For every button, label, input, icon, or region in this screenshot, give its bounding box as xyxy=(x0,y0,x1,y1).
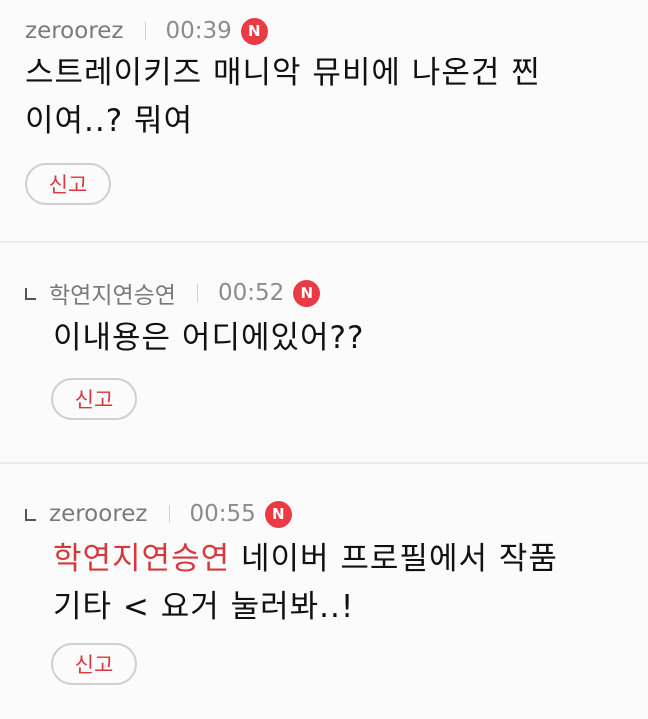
comment-text: 스트레이키즈 매니악 뮤비에 나온건 찐 이여..? 뭐여 xyxy=(25,49,635,145)
report-button[interactable]: 신고 xyxy=(25,163,111,205)
new-badge-icon: N xyxy=(264,500,292,528)
comment-meta: zeroorez 00:55 N xyxy=(25,499,292,529)
comment-author[interactable]: 학연지연승연 xyxy=(49,276,176,310)
meta-divider xyxy=(144,22,146,40)
comment-meta: 학연지연승연 00:52 N xyxy=(25,276,321,310)
comment-item: zeroorez 00:39 N 스트레이키즈 매니악 뮤비에 나온건 찐 이여… xyxy=(0,0,648,242)
comment-time: 00:52 xyxy=(217,280,285,306)
comment-text: 학연지연승연 네이버 프로필에서 작품 기타 < 요거 눌러봐..! xyxy=(53,535,643,631)
comment-text-line: 이여..? 뭐여 xyxy=(25,103,194,139)
reply-arrow-icon xyxy=(25,288,36,300)
reply-comment-item: zeroorez 00:55 N 학연지연승연 네이버 프로필에서 작품 기타 … xyxy=(0,464,648,719)
comment-time: 00:55 xyxy=(189,501,256,527)
new-badge-icon: N xyxy=(293,279,321,307)
comment-text-line: 기타 < 요거 눌러봐..! xyxy=(53,589,355,625)
comment-text-segment: 네이버 프로필에서 작품 xyxy=(230,541,558,577)
comment-text-line: 학연지연승연 네이버 프로필에서 작품 xyxy=(53,535,643,583)
comment-meta: zeroorez 00:39 N xyxy=(25,16,268,46)
report-button[interactable]: 신고 xyxy=(51,378,137,420)
reply-comment-item: 학연지연승연 00:52 N 이내용은 어디에있어?? 신고 xyxy=(0,243,648,462)
reply-arrow-icon xyxy=(25,509,36,521)
comment-text: 이내용은 어디에있어?? xyxy=(53,320,365,356)
comment-time: 00:39 xyxy=(165,18,232,44)
meta-divider xyxy=(168,505,170,523)
comment-author[interactable]: zeroorez xyxy=(49,501,148,527)
new-badge-icon: N xyxy=(240,17,268,45)
meta-divider xyxy=(196,284,198,302)
comment-text-line: 스트레이키즈 매니악 뮤비에 나온건 찐 xyxy=(25,55,541,91)
report-button[interactable]: 신고 xyxy=(51,643,137,685)
mention-link[interactable]: 학연지연승연 xyxy=(53,541,230,577)
comment-author[interactable]: zeroorez xyxy=(25,18,124,44)
